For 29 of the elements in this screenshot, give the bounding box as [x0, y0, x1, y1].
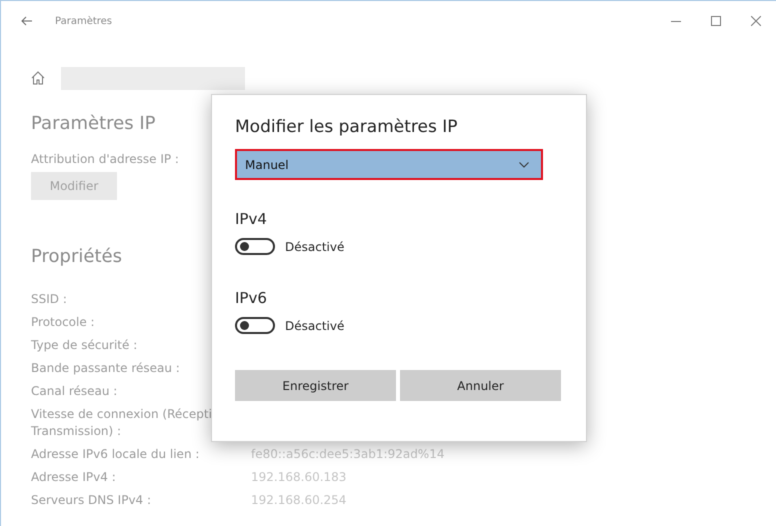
property-label: Adresse IPv4 : — [31, 469, 117, 486]
property-label: Protocole : — [31, 314, 96, 331]
property-label: Serveurs DNS IPv4 : — [31, 492, 152, 509]
property-value: fe80::a56c:dee5:3ab1:92ad%14 — [251, 446, 446, 463]
cancel-button[interactable]: Annuler — [400, 370, 561, 401]
toggle-label: Désactivé — [285, 240, 344, 254]
dialog-title: Modifier les paramètres IP — [235, 117, 458, 137]
mode-dropdown[interactable]: Manuel — [235, 149, 543, 180]
section-title: IPv4 — [235, 210, 267, 228]
property-label: Canal réseau : — [31, 383, 118, 400]
section-title: Paramètres IP — [31, 113, 156, 134]
property-value: 192.168.60.183 — [251, 469, 348, 486]
property-label: Vitesse de connexion (Récepti Transmission) : — [31, 406, 213, 440]
section-title: IPv6 — [235, 289, 267, 307]
back-icon[interactable] — [21, 16, 33, 26]
chevron-icon — [519, 162, 529, 168]
toggle-label: Désactivé — [285, 318, 344, 332]
property-label: Type de sécurité : — [31, 337, 138, 354]
home-icon[interactable] — [31, 71, 45, 85]
property-value: 192.168.60.254 — [251, 492, 348, 509]
property-label: Adresse IPv6 locale du lien : — [31, 446, 200, 463]
search-field[interactable] — [61, 66, 245, 90]
toggle-switch[interactable] — [235, 238, 275, 255]
window-title: Paramètres — [55, 16, 114, 26]
section-title: Propriétés — [31, 246, 122, 267]
save-button[interactable]: Enregistrer — [235, 370, 396, 401]
toggle-switch[interactable] — [235, 317, 275, 334]
property-label: Bande passante réseau : — [31, 360, 181, 377]
field-label: Attribution d'adresse IP : — [31, 152, 179, 166]
